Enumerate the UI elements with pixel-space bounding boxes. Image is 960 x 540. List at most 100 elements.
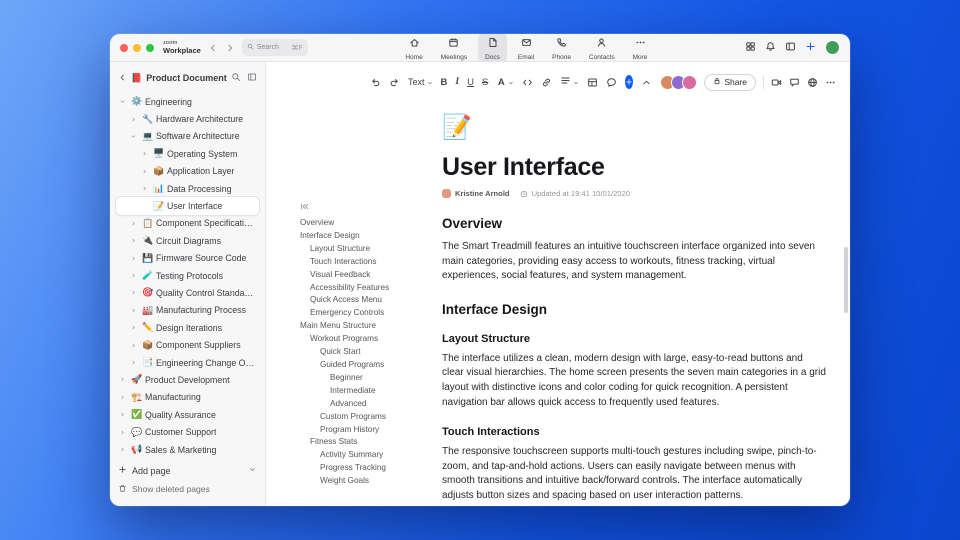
chevron-right-icon[interactable] [130, 237, 139, 244]
sidebar-item-design-iterations[interactable]: ✏️ Design Iterations [116, 319, 259, 336]
notifications-bell-icon[interactable] [765, 39, 776, 57]
chevron-right-icon[interactable] [130, 272, 139, 279]
sidebar-item-component-suppliers[interactable]: 📦 Component Suppliers [116, 336, 259, 353]
more-options-button[interactable] [825, 77, 836, 88]
tab-more[interactable]: More [626, 34, 655, 63]
add-page-button[interactable]: Add page [118, 461, 257, 480]
collapse-toolbar-button[interactable] [641, 77, 652, 88]
sidebar-collapse-icon[interactable] [247, 69, 257, 87]
outline-item-quick-start[interactable]: Quick Start [300, 346, 442, 359]
sidebar-item-firmware-source-code[interactable]: 💾 Firmware Source Code [116, 250, 259, 267]
sidebar-item-data-processing[interactable]: 📊 Data Processing [116, 180, 259, 197]
doc-emoji-icon[interactable]: 📝 [442, 116, 826, 144]
sidebar-item-application-layer[interactable]: 📦 Application Layer [116, 163, 259, 180]
chevron-right-icon[interactable] [119, 394, 128, 401]
sidebar-item-user-interface[interactable]: 📝 User Interface [116, 197, 259, 215]
chevron-right-icon[interactable] [119, 446, 128, 453]
chat-button[interactable] [789, 77, 800, 88]
share-button[interactable]: Share [704, 73, 756, 91]
sidebar-search-icon[interactable] [231, 69, 241, 87]
chevron-down-icon[interactable] [119, 98, 128, 105]
text-color-button[interactable]: A [496, 73, 514, 91]
chevron-right-icon[interactable] [130, 116, 139, 123]
outline-item-intermediate[interactable]: Intermediate [300, 385, 442, 398]
chevron-right-icon[interactable] [130, 307, 139, 314]
chevron-right-icon[interactable] [130, 324, 139, 331]
comment-button[interactable] [606, 77, 617, 88]
chevron-right-icon[interactable] [119, 429, 128, 436]
outline-item-progress-tracking[interactable]: Progress Tracking [300, 462, 442, 475]
chevron-right-icon[interactable] [130, 289, 139, 296]
sidebar-item-manufacturing[interactable]: 🏗️ Manufacturing [116, 389, 259, 406]
chevron-right-icon[interactable] [130, 359, 139, 366]
sidebar-item-circuit-diagrams[interactable]: 🔌 Circuit Diagrams [116, 232, 259, 249]
sidebar-item-testing-protocols[interactable]: 🧪 Testing Protocols [116, 267, 259, 284]
sidebar-item-product-development[interactable]: 🚀 Product Development [116, 371, 259, 388]
new-item-plus-icon[interactable] [805, 39, 816, 57]
undo-button[interactable] [370, 77, 381, 88]
chevron-down-icon[interactable] [248, 465, 257, 476]
outline-item-touch-interactions[interactable]: Touch Interactions [300, 256, 442, 269]
outline-item-guided-programs[interactable]: Guided Programs [300, 359, 442, 372]
panel-toggle-icon[interactable] [785, 39, 796, 57]
outline-collapse-icon[interactable] [300, 202, 309, 211]
sidebar-item-component-specifications[interactable]: 📋 Component Specifications [116, 215, 259, 232]
outline-item-accessibility-features[interactable]: Accessibility Features [300, 282, 442, 295]
close-window-button[interactable] [120, 43, 128, 52]
collaborator-avatar[interactable] [682, 74, 698, 90]
chevron-right-icon[interactable] [130, 342, 139, 349]
sidebar-item-manufacturing-process[interactable]: 🏭 Manufacturing Process [116, 302, 259, 319]
sidebar-item-hardware-architecture[interactable]: 🔧 Hardware Architecture [116, 110, 259, 127]
document[interactable]: 📝 User Interface Kristine Arnold Updated… [442, 94, 826, 506]
outline-item-layout-structure[interactable]: Layout Structure [300, 243, 442, 256]
maximize-window-button[interactable] [146, 43, 154, 52]
tab-home[interactable]: Home [398, 34, 429, 63]
outline-item-main-menu-structure[interactable]: Main Menu Structure [300, 320, 442, 333]
outline-item-visual-feedback[interactable]: Visual Feedback [300, 269, 442, 282]
underline-button[interactable]: U [467, 77, 474, 88]
sidebar-item-quality-control-standards[interactable]: 🎯 Quality Control Standards [116, 284, 259, 301]
sidebar-item-engineering-change-orders[interactable]: 📑 Engineering Change Orders [116, 354, 259, 371]
link-button[interactable] [541, 77, 552, 88]
outline-item-beginner[interactable]: Beginner [300, 372, 442, 385]
show-deleted-pages-button[interactable]: Show deleted pages [118, 480, 257, 498]
outline-item-custom-programs[interactable]: Custom Programs [300, 411, 442, 424]
tab-meetings[interactable]: Meetings [434, 34, 474, 63]
sidebar-item-software-architecture[interactable]: 💻 Software Architecture [116, 128, 259, 145]
outline-item-workout-programs[interactable]: Workout Programs [300, 333, 442, 346]
workspace-title[interactable]: Product Documenta... [146, 73, 227, 83]
publish-web-button[interactable] [807, 77, 818, 88]
chevron-right-icon[interactable] [119, 376, 128, 383]
outline-item-emergency-controls[interactable]: Emergency Controls [300, 307, 442, 320]
outline-item-quick-access-menu[interactable]: Quick Access Menu [300, 294, 442, 307]
insert-button[interactable] [625, 75, 634, 89]
outline-item-advanced[interactable]: Advanced [300, 398, 442, 411]
outline-item-weight-goals[interactable]: Weight Goals [300, 475, 442, 488]
outline-item-overview[interactable]: Overview [300, 217, 442, 230]
user-avatar[interactable] [824, 40, 840, 55]
chevron-right-icon[interactable] [141, 168, 150, 175]
inline-code-button[interactable] [522, 77, 533, 88]
text-style-dropdown[interactable]: Text [408, 73, 433, 91]
redo-button[interactable] [389, 77, 400, 88]
back-button[interactable] [208, 43, 218, 53]
video-call-button[interactable] [771, 77, 782, 88]
list-button[interactable] [560, 73, 579, 91]
outline-item-program-history[interactable]: Program History [300, 424, 442, 437]
tab-docs[interactable]: Docs [478, 34, 507, 63]
scrollbar-thumb[interactable] [844, 247, 848, 313]
outline-item-fitness-stats[interactable]: Fitness Stats [300, 436, 442, 449]
strikethrough-button[interactable]: S [482, 77, 488, 88]
sidebar-item-sales-marketing[interactable]: 📢 Sales & Marketing [116, 441, 259, 458]
outline-item-interface-design[interactable]: Interface Design [300, 230, 442, 243]
sidebar-item-quality-assurance[interactable]: ✅ Quality Assurance [116, 406, 259, 423]
bold-button[interactable]: B [441, 77, 448, 88]
search-input[interactable]: Search ⌘F [241, 39, 308, 56]
tab-contacts[interactable]: Contacts [582, 34, 622, 63]
chevron-right-icon[interactable] [130, 220, 139, 227]
page-title[interactable]: User Interface [442, 153, 826, 182]
chevron-right-icon[interactable] [141, 150, 150, 157]
sidebar-item-operating-system[interactable]: 🖥️ Operating System [116, 145, 259, 162]
doc-body[interactable]: Overview The Smart Treadmill features an … [442, 216, 826, 504]
sidebar-item-engineering[interactable]: ⚙️ Engineering [116, 93, 259, 110]
